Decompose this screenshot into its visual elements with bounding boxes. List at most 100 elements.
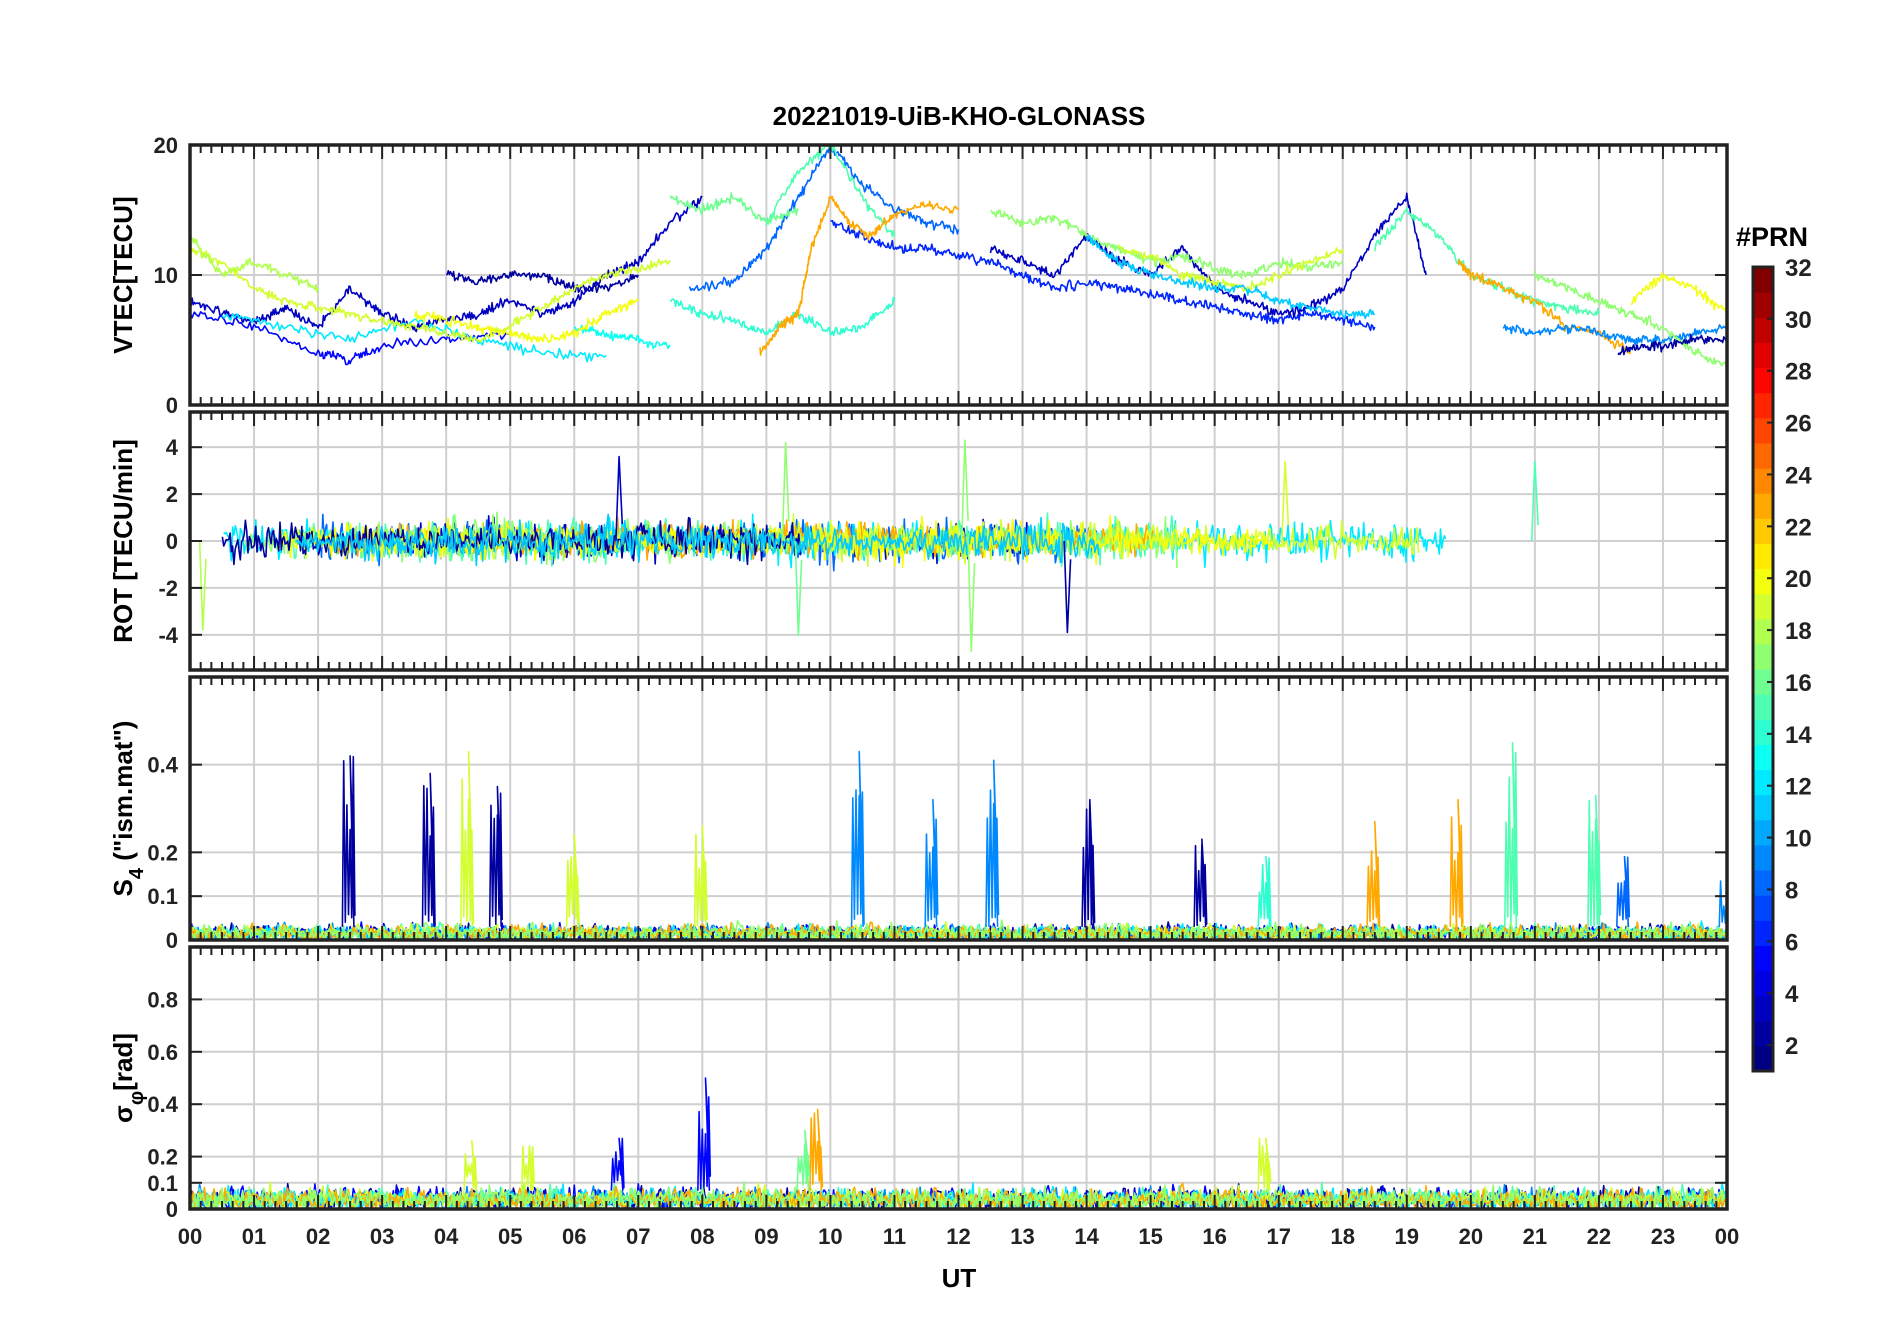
colorbar-segment-29 [1753,317,1773,343]
colorbar-tick-3: 8 [1785,877,1798,904]
x-tick-label-0: 00 [178,1224,202,1249]
x-tick-label-22: 22 [1587,1224,1611,1249]
s4-spike-12 [1366,820,1381,928]
y-tick-label-rot-2: 0 [166,529,178,554]
colorbar-segment-7 [1753,870,1773,896]
vtec-series-22 [1630,272,1727,315]
x-axis-label: UT [942,1263,977,1293]
s4-spike-0 [341,755,356,927]
x-tick-label-13: 13 [1010,1224,1034,1249]
y-tick-label-sigma-0: 0 [166,1197,178,1222]
y-tick-label-sigma-1: 0.1 [147,1171,178,1196]
x-tick-label-5: 05 [498,1224,522,1249]
s4-spike-16 [1616,855,1631,927]
panel-rot: -4 -2 0 2 4 ROT [TECU/min] [108,410,1729,672]
y-tick-label-sigma-2: 0.2 [147,1145,178,1170]
vtec-series-17 [1085,234,1376,320]
colorbar-segment-20 [1753,543,1773,570]
colorbar-segment-23 [1753,468,1773,494]
colorbar-segment-8 [1753,844,1773,871]
series-group-rot [198,439,1539,653]
x-tick-label-21: 21 [1523,1224,1547,1249]
grid-s4 [190,677,1727,940]
rot-extreme-4 [1063,540,1072,634]
x-tick-label-24: 00 [1715,1224,1739,1249]
x-tick-label-6: 06 [562,1224,586,1249]
s4-spike-9 [1081,798,1096,928]
y-tick-label-rot-0: -4 [158,623,178,648]
x-tick-label-10: 10 [818,1224,842,1249]
grid-vtec [190,145,1727,405]
colorbar-segment-30 [1753,292,1773,318]
y-tick-label-s4-1: 0.1 [147,884,178,909]
x-tick-label-3: 03 [370,1224,394,1249]
y-tick-label-s4-0: 0 [166,928,178,953]
sigma-spike-5 [520,1145,535,1192]
panel-vtec: 0 10 20 VTEC[TECU] [108,133,1729,418]
colorbar-tick-13: 28 [1785,359,1812,386]
y-tick-label-vtec-1: 10 [154,263,178,288]
s4-spike-8 [985,759,1000,927]
colorbar-segment-0 [1753,1045,1773,1072]
sigma-spike-1 [697,1077,712,1191]
x-tick-label-19: 19 [1395,1224,1419,1249]
x-tick-label-2: 02 [306,1224,330,1249]
x-tick-label-17: 17 [1266,1224,1290,1249]
x-tick-label-1: 01 [242,1224,266,1249]
y-axis-label-sigma: σφ[rad] [108,1033,148,1123]
s4-spike-4 [565,834,580,927]
y-axis-label-vtec: VTEC[TECU] [108,196,138,353]
x-tick-label-4: 04 [434,1224,459,1249]
x-tick-label-23: 23 [1651,1224,1675,1249]
colorbar-segment-19 [1753,568,1773,595]
vtec-series-5 [989,192,1427,318]
colorbar-tick-1: 4 [1785,981,1799,1008]
colorbar-tick-4: 10 [1785,826,1812,853]
vtec-series-21 [1534,270,1727,367]
vtec-series-15 [990,209,1343,280]
y-tick-label-vtec-2: 20 [154,133,178,158]
colorbar-tick-15: 32 [1785,255,1812,282]
colorbar-label: #PRN [1736,222,1808,252]
series-group-s4 [190,742,1727,940]
colorbar-segment-4 [1753,945,1773,972]
y-tick-label-s4-2: 0.2 [147,840,178,865]
colorbar-segment-2 [1753,995,1773,1022]
s4-spike-3 [488,785,503,927]
colorbar-segment-18 [1753,593,1773,620]
colorbar-tick-0: 2 [1785,1033,1798,1060]
colorbar-tick-9: 20 [1785,566,1812,593]
panel-sigma: 00.10.2 0.4 0.6 0.8 σφ[rad] [108,945,1729,1222]
sigma-spike-2 [809,1108,824,1191]
colorbar-segment-6 [1753,895,1773,921]
colorbar-segment-26 [1753,392,1773,419]
s4-spike-14 [1504,742,1519,927]
colorbar-tick-2: 6 [1785,929,1798,956]
colorbar-segment-11 [1753,769,1773,796]
colorbar-segment-24 [1753,442,1773,469]
colorbar-segment-14 [1753,694,1773,720]
colorbar-segment-21 [1753,518,1773,544]
colorbar-tick-8: 18 [1785,618,1812,645]
x-tick-labels: 00 01 02 03 04 05 06 07 08 09 10 11 12 13 14 15 16 17 18 19… [178,1224,1739,1249]
x-tick-label-20: 20 [1459,1224,1483,1249]
vtec-series-7 [573,324,671,350]
y-tick-label-s4-3: 0.4 [147,753,178,778]
y-tick-label-vtec-0: 0 [166,393,178,418]
vtec-series-20 [1502,323,1727,346]
x-tick-label-14: 14 [1074,1224,1099,1249]
vtec-series-10 [669,192,799,225]
colorbar-body [1751,265,1775,1073]
s4-spike-7 [924,798,939,927]
sigma-spike-3 [796,1129,811,1191]
s4-spike-2 [460,750,475,927]
x-tick-label-9: 09 [754,1224,778,1249]
colorbar-tick-6: 14 [1785,722,1812,749]
colorbar-tick-14: 30 [1785,307,1812,334]
colorbar-segment-31 [1753,267,1773,293]
grid-sigma [190,947,1727,1209]
y-tick-label-sigma-3: 0.4 [147,1092,178,1117]
y-tick-label-rot-1: -2 [158,576,178,601]
y-tick-label-rot-3: 2 [166,482,178,507]
colorbar-segment-13 [1753,719,1773,745]
